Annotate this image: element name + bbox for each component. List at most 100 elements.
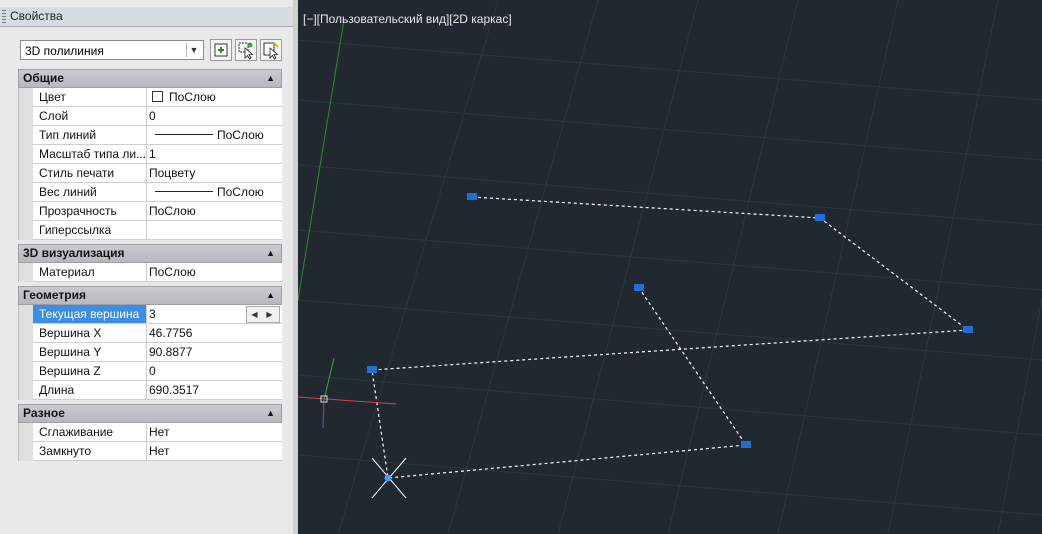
section-general-header[interactable]: Общие ▲ (18, 69, 282, 88)
property-label: Цвет (33, 88, 147, 106)
section-gutter (18, 305, 34, 400)
property-label: Прозрачность (33, 202, 147, 220)
property-row-vertex-z[interactable]: Вершина Z 0 (33, 362, 282, 381)
select-objects-button[interactable] (235, 39, 257, 61)
select-objects-icon (238, 42, 254, 60)
panel-title-bar[interactable]: Свойства (0, 7, 293, 27)
section-3d-viz-title: 3D визуализация (23, 246, 125, 260)
property-row-length[interactable]: Длина 690.3517 (33, 381, 282, 400)
property-label: Тип линий (33, 126, 147, 144)
property-row-smoothing[interactable]: Сглаживание Нет (33, 423, 282, 442)
section-geometry-header[interactable]: Геометрия ▲ (18, 286, 282, 305)
section-general-title: Общие (23, 71, 64, 85)
vertex-grip[interactable] (467, 193, 477, 200)
property-row-plot-style[interactable]: Стиль печати Поцвету (33, 164, 282, 183)
collapse-up-icon[interactable]: ▲ (266, 70, 275, 87)
property-value[interactable] (149, 221, 282, 239)
ucs-icon (298, 357, 397, 429)
property-label: Текущая вершина (33, 305, 147, 323)
next-vertex-icon[interactable]: ▶ (262, 307, 277, 322)
property-row-vertex-y[interactable]: Вершина Y 90.8877 (33, 343, 282, 362)
quick-select-button[interactable] (260, 39, 282, 61)
previous-vertex-icon[interactable]: ◀ (247, 307, 262, 322)
polyline-3d[interactable] (371, 196, 970, 479)
property-label: Длина (33, 381, 147, 399)
property-label: Гиперссылка (33, 221, 147, 239)
property-label: Масштаб типа ли... (33, 145, 147, 163)
property-row-linetype[interactable]: Тип линий ПоСлою (33, 126, 282, 145)
object-type-value: 3D полилиния (25, 44, 104, 58)
vertex-grip[interactable] (367, 366, 377, 373)
line-sample-icon (155, 191, 213, 192)
property-value[interactable]: 46.7756 (149, 324, 282, 342)
property-label: Вершина Y (33, 343, 147, 361)
collapse-up-icon[interactable]: ▲ (266, 245, 275, 262)
property-value: 690.3517 (149, 383, 200, 397)
collapse-up-icon[interactable]: ▲ (266, 287, 275, 304)
section-geometry-title: Геометрия (23, 288, 87, 302)
quick-select-icon (263, 42, 279, 60)
crosshair-cursor-icon (371, 457, 407, 499)
section-misc-header[interactable]: Разное ▲ (18, 404, 282, 423)
toggle-pickadd-icon (214, 43, 228, 57)
property-value[interactable]: 90.8877 (149, 343, 282, 361)
vertex-grip[interactable] (741, 441, 751, 448)
property-value[interactable]: 0 (149, 107, 282, 125)
vertex-grip[interactable] (963, 326, 973, 333)
property-label: Сглаживание (33, 423, 147, 441)
property-label: Стиль печати (33, 164, 147, 182)
property-row-material[interactable]: Материал ПоСлою (33, 263, 282, 282)
property-label: Материал (33, 263, 147, 281)
property-row-layer[interactable]: Слой 0 (33, 107, 282, 126)
section-gutter (18, 88, 34, 240)
color-value: ПоСлою (169, 90, 216, 104)
property-value[interactable]: ПоСлою (149, 263, 282, 281)
vertex-grip[interactable] (815, 214, 825, 221)
y-axis-line (298, 19, 345, 301)
property-label: Вершина X (33, 324, 147, 342)
property-row-color[interactable]: Цвет ПоСлою (33, 88, 282, 107)
property-value[interactable]: ПоСлою (149, 183, 282, 201)
viewport-canvas[interactable] (298, 0, 1042, 534)
property-value[interactable]: Поцвету (149, 164, 282, 182)
property-label: Вершина Z (33, 362, 147, 380)
panel-title: Свойства (10, 9, 63, 23)
property-value[interactable]: 1 (149, 145, 282, 163)
property-value[interactable]: ПоСлою (149, 202, 282, 220)
line-sample-icon (155, 134, 213, 135)
chevron-down-icon[interactable]: ▼ (186, 43, 201, 57)
collapse-up-icon[interactable]: ▲ (266, 405, 275, 422)
property-label: Замкнуто (33, 442, 147, 460)
grid (298, 0, 1042, 534)
property-value[interactable]: Нет (149, 423, 282, 441)
toggle-pickadd-button[interactable] (210, 39, 232, 61)
grip-handle-icon[interactable] (2, 10, 6, 23)
property-row-hyperlink[interactable]: Гиперссылка (33, 221, 282, 240)
lineweight-value: ПоСлою (217, 185, 264, 199)
drawing-viewport[interactable]: [−][Пользовательский вид][2D каркас] (298, 0, 1042, 534)
linetype-value: ПоСлою (217, 128, 264, 142)
property-label: Слой (33, 107, 147, 125)
viewport-controls-label[interactable]: [−][Пользовательский вид][2D каркас] (303, 12, 512, 26)
section-gutter (18, 423, 34, 461)
property-value[interactable]: ПоСлою (149, 88, 282, 106)
vertex-grip[interactable] (634, 284, 644, 291)
vertex-spinner[interactable]: ◀ ▶ (246, 306, 280, 323)
property-value[interactable]: Нет (149, 442, 282, 460)
object-type-dropdown[interactable]: 3D полилиния ▼ (20, 40, 204, 60)
property-row-vertex-x[interactable]: Вершина X 46.7756 (33, 324, 282, 343)
property-row-current-vertex[interactable]: Текущая вершина 3 ◀ ▶ (33, 305, 282, 324)
color-swatch-icon (152, 91, 163, 102)
properties-panel: Свойства 3D полилиния ▼ Общие ▲ Цвет ПоС… (0, 0, 294, 534)
section-gutter (18, 263, 34, 282)
property-row-lineweight[interactable]: Вес линий ПоСлою (33, 183, 282, 202)
section-3d-viz-header[interactable]: 3D визуализация ▲ (18, 244, 282, 263)
property-value[interactable]: 0 (149, 362, 282, 380)
section-misc-title: Разное (23, 406, 65, 420)
property-row-closed[interactable]: Замкнуто Нет (33, 442, 282, 461)
vertex-grips[interactable] (367, 193, 973, 448)
property-row-linetype-scale[interactable]: Масштаб типа ли... 1 (33, 145, 282, 164)
property-row-transparency[interactable]: Прозрачность ПоСлою (33, 202, 282, 221)
property-value[interactable]: ПоСлою (149, 126, 282, 144)
property-label: Вес линий (33, 183, 147, 201)
